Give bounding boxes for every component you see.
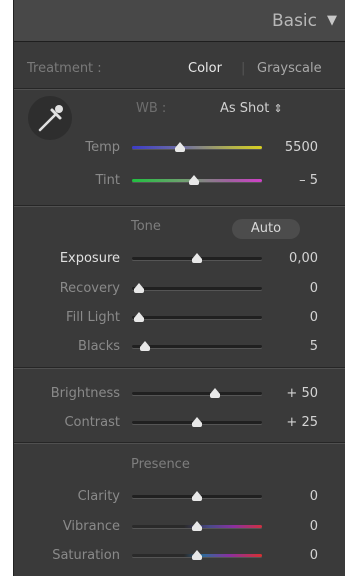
slider-row-brightness: Brightness + 50 bbox=[14, 379, 345, 407]
exposure-value[interactable]: 0,00 bbox=[289, 251, 318, 266]
exposure-label: Exposure bbox=[59, 251, 120, 266]
treatment-label: Treatment : bbox=[27, 61, 102, 76]
vibrance-slider-thumb[interactable] bbox=[192, 521, 202, 531]
recovery-value[interactable]: 0 bbox=[310, 281, 318, 296]
clarity-slider-thumb[interactable] bbox=[192, 491, 202, 501]
clarity-label: Clarity bbox=[77, 489, 120, 504]
up-down-arrows-icon: ⇕ bbox=[273, 102, 283, 115]
saturation-label: Saturation bbox=[52, 548, 120, 563]
temp-slider[interactable] bbox=[132, 146, 262, 149]
slider-row-exposure: Exposure 0,00 bbox=[14, 244, 345, 272]
contrast-slider-thumb[interactable] bbox=[192, 417, 202, 427]
wb-select[interactable]: As Shot ⇕ bbox=[220, 101, 283, 116]
slider-row-blacks: Blacks 5 bbox=[14, 332, 345, 360]
recovery-slider[interactable] bbox=[132, 287, 262, 290]
temp-label: Temp bbox=[85, 140, 120, 155]
tint-value[interactable]: – 5 bbox=[299, 173, 318, 188]
tone-label: Tone bbox=[131, 219, 161, 234]
vibrance-value[interactable]: 0 bbox=[310, 519, 318, 534]
brightness-slider[interactable] bbox=[132, 392, 262, 395]
slider-row-clarity: Clarity 0 bbox=[14, 482, 345, 510]
treatment-divider: | bbox=[241, 61, 246, 76]
triangle-down-icon[interactable]: ▼ bbox=[327, 13, 337, 28]
section-divider bbox=[14, 205, 345, 207]
fill-light-value[interactable]: 0 bbox=[310, 310, 318, 325]
section-divider bbox=[14, 88, 345, 90]
slider-row-contrast: Contrast + 25 bbox=[14, 408, 345, 436]
saturation-slider-thumb[interactable] bbox=[192, 550, 202, 560]
contrast-label: Contrast bbox=[64, 415, 120, 430]
brightness-slider-thumb[interactable] bbox=[210, 388, 221, 398]
clarity-value[interactable]: 0 bbox=[310, 489, 318, 504]
slider-row-recovery: Recovery 0 bbox=[14, 274, 345, 302]
section-divider bbox=[14, 367, 345, 369]
basic-panel: Basic ▼ Treatment : Color | Grayscale WB… bbox=[13, 0, 345, 576]
exposure-slider-thumb[interactable] bbox=[192, 253, 202, 263]
recovery-label: Recovery bbox=[59, 281, 120, 296]
section-divider bbox=[14, 442, 345, 444]
brightness-value[interactable]: + 50 bbox=[286, 386, 318, 401]
slider-row-saturation: Saturation 0 bbox=[14, 541, 345, 569]
fill-light-slider[interactable] bbox=[132, 316, 262, 319]
treatment-color-button[interactable]: Color bbox=[188, 61, 222, 76]
blacks-slider[interactable] bbox=[132, 345, 262, 348]
recovery-slider-thumb[interactable] bbox=[133, 283, 144, 293]
presence-label: Presence bbox=[131, 457, 190, 472]
slider-row-temp: Temp 5500 bbox=[14, 133, 345, 161]
blacks-value[interactable]: 5 bbox=[310, 339, 318, 354]
saturation-value[interactable]: 0 bbox=[310, 548, 318, 563]
temp-value[interactable]: 5500 bbox=[285, 140, 318, 155]
brightness-label: Brightness bbox=[50, 386, 120, 401]
blacks-slider-thumb[interactable] bbox=[140, 341, 150, 351]
panel-title: Basic bbox=[271, 10, 317, 31]
wb-value: As Shot bbox=[220, 101, 270, 116]
panel-header[interactable]: Basic ▼ bbox=[14, 0, 345, 42]
blacks-label: Blacks bbox=[78, 339, 120, 354]
contrast-value[interactable]: + 25 bbox=[286, 415, 318, 430]
vibrance-label: Vibrance bbox=[62, 519, 120, 534]
wb-label: WB : bbox=[136, 101, 167, 116]
tint-slider-thumb[interactable] bbox=[189, 175, 200, 185]
auto-tone-button[interactable]: Auto bbox=[232, 219, 300, 239]
fill-light-label: Fill Light bbox=[66, 310, 120, 325]
treatment-grayscale-button[interactable]: Grayscale bbox=[257, 61, 322, 76]
slider-row-vibrance: Vibrance 0 bbox=[14, 512, 345, 540]
slider-row-tint: Tint – 5 bbox=[14, 166, 345, 194]
temp-slider-thumb[interactable] bbox=[175, 142, 186, 152]
slider-row-fill-light: Fill Light 0 bbox=[14, 303, 345, 331]
fill-light-slider-thumb[interactable] bbox=[133, 312, 144, 322]
tint-label: Tint bbox=[95, 173, 121, 188]
